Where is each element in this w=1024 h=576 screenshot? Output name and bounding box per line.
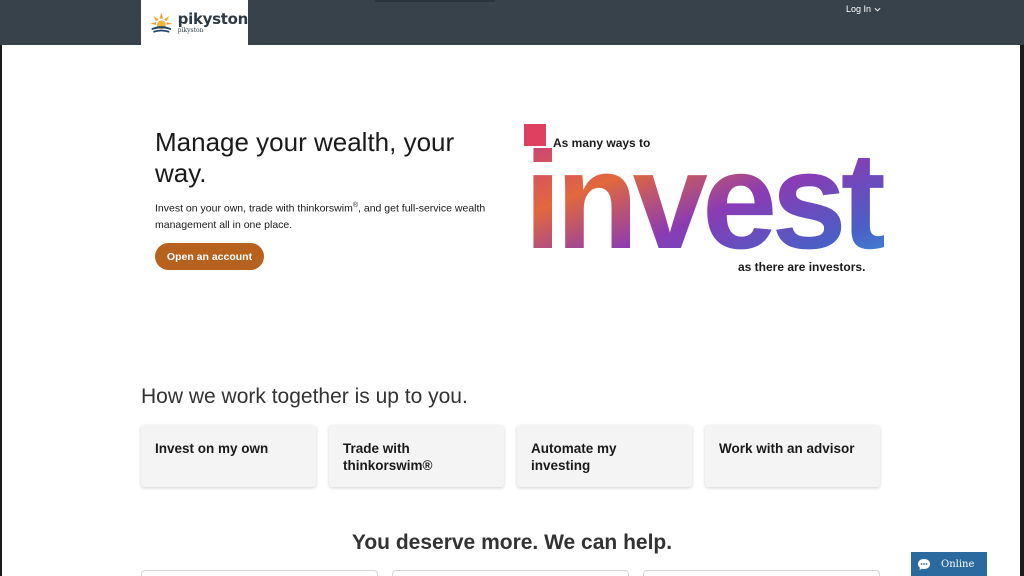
sun-logo-icon: [149, 11, 173, 33]
brand-name: pikyston: [177, 9, 249, 28]
help-card-stub[interactable]: [643, 570, 880, 576]
chat-bubble-icon: [918, 558, 930, 570]
card-trade-with-thinkorswim[interactable]: Trade with thinkorswim®: [329, 425, 504, 487]
help-card-stub[interactable]: [141, 570, 378, 576]
card-work-with-an-advisor[interactable]: Work with an advisor: [705, 425, 880, 487]
promo-top-line: As many ways to: [553, 136, 651, 150]
help-card-stub[interactable]: [392, 570, 629, 576]
card-invest-on-my-own[interactable]: Invest on my own: [141, 425, 316, 487]
invest-promo-graphic: invest As many ways to as there are inve…: [522, 122, 884, 282]
hero-description: Invest on your own, trade with thinkorsw…: [155, 198, 495, 233]
together-section-title: How we work together is up to you.: [141, 385, 468, 408]
open-account-button[interactable]: Open an account: [155, 243, 264, 270]
window-edge-left: [0, 0, 2, 576]
chevron-down-icon: [874, 7, 881, 12]
promo-bottom-line: as there are investors.: [738, 260, 866, 274]
help-section-title: You deserve more. We can help.: [351, 531, 673, 554]
brand-wordmark: pikyston pikyston: [177, 9, 249, 34]
brand-subtitle: pikyston: [177, 26, 204, 34]
login-label: Log In: [846, 4, 872, 14]
nav-divider: [375, 0, 495, 2]
hero-title: Manage your wealth, your way.: [155, 127, 455, 188]
chat-status-label: Online: [941, 558, 975, 570]
login-menu[interactable]: Log In: [846, 4, 881, 14]
brand-logo[interactable]: pikyston pikyston: [141, 0, 248, 45]
chat-online-button[interactable]: Online: [911, 552, 987, 576]
card-automate-my-investing[interactable]: Automate my investing: [517, 425, 692, 487]
hero-desc-prefix: Invest on your own, trade with thinkorsw…: [155, 202, 353, 215]
window-edge-right: [1020, 0, 1024, 576]
